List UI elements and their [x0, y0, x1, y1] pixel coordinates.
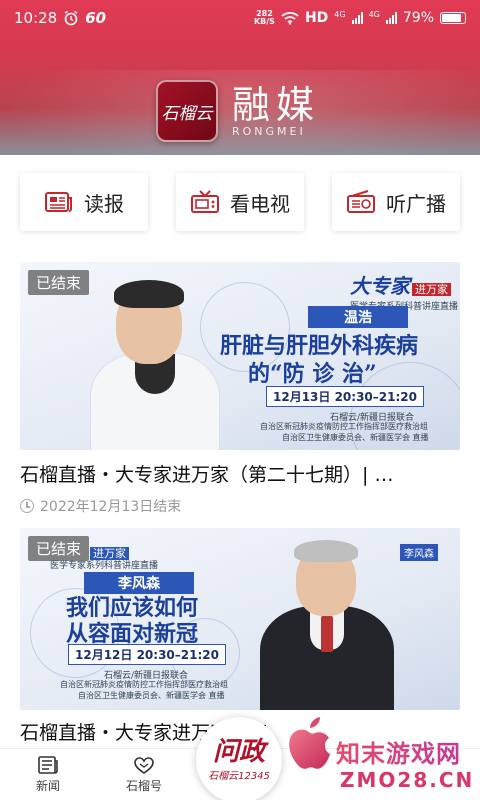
pomegranate-icon — [134, 757, 154, 774]
watch-tv-label: 看电视 — [230, 191, 290, 216]
status-badge: 已结束 — [28, 270, 90, 295]
listen-radio-label: 听广播 — [386, 191, 446, 216]
watermark: 知末游戏网 ZMO28.CN — [282, 706, 480, 800]
nav-item-news[interactable]: 新闻 — [0, 749, 96, 800]
nav-label-news: 新闻 — [35, 779, 60, 793]
newspaper-icon — [45, 192, 72, 212]
poster-date: 12月12日 20:30–21:20 — [68, 644, 226, 665]
poster-organizer3: 自治区卫生健康委员会、新疆医学会 直播 — [282, 433, 429, 442]
expert-photo — [252, 536, 402, 710]
alarm-icon — [64, 10, 78, 26]
poster-topic-line2: 的“防 诊 治” — [248, 361, 377, 387]
poster-organizer2: 自治区新冠肺炎疫情防控工作指挥部医疗救治组 — [260, 422, 428, 431]
status-badge: 已结束 — [28, 536, 90, 561]
poster-organizer2: 自治区新冠肺炎疫情防控工作指挥部医疗救治组 — [60, 680, 228, 689]
battery-icon — [440, 12, 466, 24]
app-logo: 石榴云 — [156, 80, 218, 142]
brand-name: 融媒 — [232, 82, 321, 127]
poster-organizer3: 自治区卫生健康委员会、新疆医学会 直播 — [78, 691, 225, 700]
watch-tv-button[interactable]: 看电视 — [176, 173, 304, 231]
watermark-url: ZMO28.CN — [340, 768, 475, 792]
nav-label-shiliuhao: 石榴号 — [125, 779, 162, 793]
live-card-end-date: 2022年12月13日结束 — [40, 499, 182, 515]
nav-item-shiliuhao[interactable]: 石榴号 — [96, 749, 192, 800]
wenzheng-button[interactable]: 问政 石榴云12345 — [196, 717, 282, 800]
brand-subtitle: RONGMEI — [232, 124, 306, 138]
brand: 石榴云 融媒 RONGMEI — [156, 80, 320, 142]
poster-series-tag: 进万家 — [412, 283, 451, 296]
poster-expert-tag: 李风森 — [400, 544, 438, 561]
live-card[interactable]: 已结束 大专家进万家 医学专家系列科普讲座直播 温浩 肝脏与肝胆外科疾病 的“防… — [20, 262, 460, 516]
hd-label: HD — [304, 10, 329, 26]
read-newspaper-button[interactable]: 读报 — [20, 173, 148, 231]
poster-expert-name: 温浩 — [308, 306, 408, 328]
listen-radio-button[interactable]: 听广播 — [332, 173, 460, 231]
apple-logo-icon — [289, 717, 330, 769]
poster-series: 大专家 — [350, 274, 410, 298]
signal-2-icon — [385, 12, 397, 24]
status-bar: 10:28 60 282 KB/S HD 4G 4G 79% — [0, 0, 480, 36]
network-4g-2: 4G — [368, 10, 380, 19]
live-card-title[interactable]: 石榴直播・大专家进万家（第二十七期）| … — [20, 460, 460, 486]
live-card-meta: 2022年12月13日结束 — [20, 496, 460, 516]
news-icon — [38, 756, 58, 774]
expert-photo — [80, 272, 240, 450]
app-header: 10:28 60 282 KB/S HD 4G 4G 79% 石榴云 融媒 RO… — [0, 0, 480, 155]
wifi-icon — [281, 12, 299, 25]
clock-icon — [20, 499, 34, 513]
net-rate: 282 KB/S — [253, 9, 275, 26]
signal-1-icon — [351, 12, 363, 24]
watermark-text: 知末游戏网 — [336, 734, 461, 769]
tv-icon — [191, 190, 219, 213]
speed-indicator: 60 — [85, 9, 107, 27]
read-newspaper-label: 读报 — [84, 191, 124, 216]
wenzheng-sub: 石榴云12345 — [208, 770, 270, 782]
radio-icon — [347, 190, 375, 213]
wenzheng-label: 问政 — [212, 736, 265, 767]
poster-date: 12月13日 20:30–21:20 — [266, 386, 424, 407]
quick-actions: 读报 看电视 听广播 — [20, 173, 460, 231]
status-time: 10:28 — [14, 9, 58, 27]
live-card-poster[interactable]: 已结束 进万家 医学专家系列科普讲座直播 李风森 我们应该如何 从容面对新冠 1… — [20, 528, 460, 710]
live-card-poster[interactable]: 已结束 大专家进万家 医学专家系列科普讲座直播 温浩 肝脏与肝胆外科疾病 的“防… — [20, 262, 460, 450]
battery-percent: 79% — [402, 10, 434, 26]
network-4g-1: 4G — [334, 10, 346, 19]
